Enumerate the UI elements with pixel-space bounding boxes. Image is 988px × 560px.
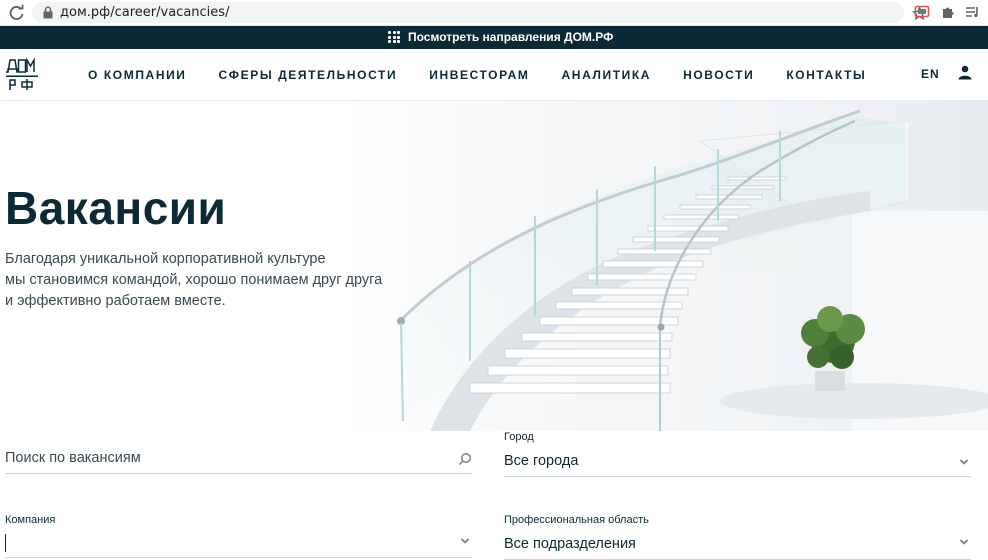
- city-label: Город: [504, 431, 534, 443]
- text-caret: [5, 534, 6, 552]
- extensions-puzzle-icon[interactable]: [940, 4, 956, 20]
- extension-cast-icon[interactable]: [914, 4, 930, 20]
- subtitle-line: Благодаря уникальной корпоративной культ…: [5, 251, 326, 267]
- chevron-down-icon[interactable]: [959, 538, 969, 546]
- nav-item-analytics[interactable]: АНАЛИТИКА: [562, 68, 652, 82]
- site-header: О КОМПАНИИ СФЕРЫ ДЕЯТЕЛЬНОСТИ ИНВЕСТОРАМ…: [0, 49, 988, 101]
- nav-item-activities[interactable]: СФЕРЫ ДЕЯТЕЛЬНОСТИ: [219, 68, 398, 82]
- search-input[interactable]: Поиск по вакансиям: [5, 450, 141, 466]
- chevron-down-icon[interactable]: [460, 537, 470, 545]
- page-subtitle: Благодаря уникальной корпоративной культ…: [5, 249, 385, 312]
- language-switch[interactable]: EN: [921, 67, 940, 81]
- department-select[interactable]: Все подразделения: [504, 532, 971, 560]
- grid-menu-icon: [388, 31, 400, 43]
- main-nav: О КОМПАНИИ СФЕРЫ ДЕЯТЕЛЬНОСТИ ИНВЕСТОРАМ…: [88, 68, 898, 82]
- company-label: Компания: [5, 514, 56, 526]
- department-label: Профессиональная область: [504, 514, 649, 526]
- search-icon[interactable]: [458, 452, 472, 466]
- promo-link[interactable]: Посмотреть направления ДОМ.РФ: [408, 30, 613, 44]
- reload-icon[interactable]: [8, 4, 26, 22]
- page-title: Вакансии: [5, 182, 227, 234]
- subtitle-line: мы становимся командой, хорошо понимаем …: [5, 272, 383, 288]
- url-text[interactable]: дом.рф/career/vacancies/: [60, 5, 229, 20]
- department-value[interactable]: Все подразделения: [504, 536, 636, 552]
- nav-item-investors[interactable]: ИНВЕСТОРАМ: [429, 68, 529, 82]
- lock-icon[interactable]: [42, 6, 54, 19]
- city-value[interactable]: Все города: [504, 453, 578, 469]
- company-select[interactable]: [5, 530, 472, 558]
- nav-item-contacts[interactable]: КОНТАКТЫ: [786, 68, 866, 82]
- chevron-down-icon[interactable]: [959, 458, 969, 466]
- address-bar[interactable]: дом.рф/career/vacancies/: [32, 2, 927, 23]
- reading-list-icon[interactable]: [964, 4, 980, 20]
- search-field[interactable]: Поиск по вакансиям: [5, 446, 472, 474]
- city-select[interactable]: Все города: [504, 449, 971, 477]
- nav-item-news[interactable]: НОВОСТИ: [683, 68, 754, 82]
- nav-item-company[interactable]: О КОМПАНИИ: [88, 68, 187, 82]
- promo-bar[interactable]: Посмотреть направления ДОМ.РФ: [0, 26, 988, 49]
- subtitle-line: и эффективно работаем вместе.: [5, 293, 226, 309]
- dom-rf-logo[interactable]: [5, 57, 39, 91]
- browser-toolbar: дом.рф/career/vacancies/: [0, 0, 988, 26]
- user-icon[interactable]: [957, 64, 973, 80]
